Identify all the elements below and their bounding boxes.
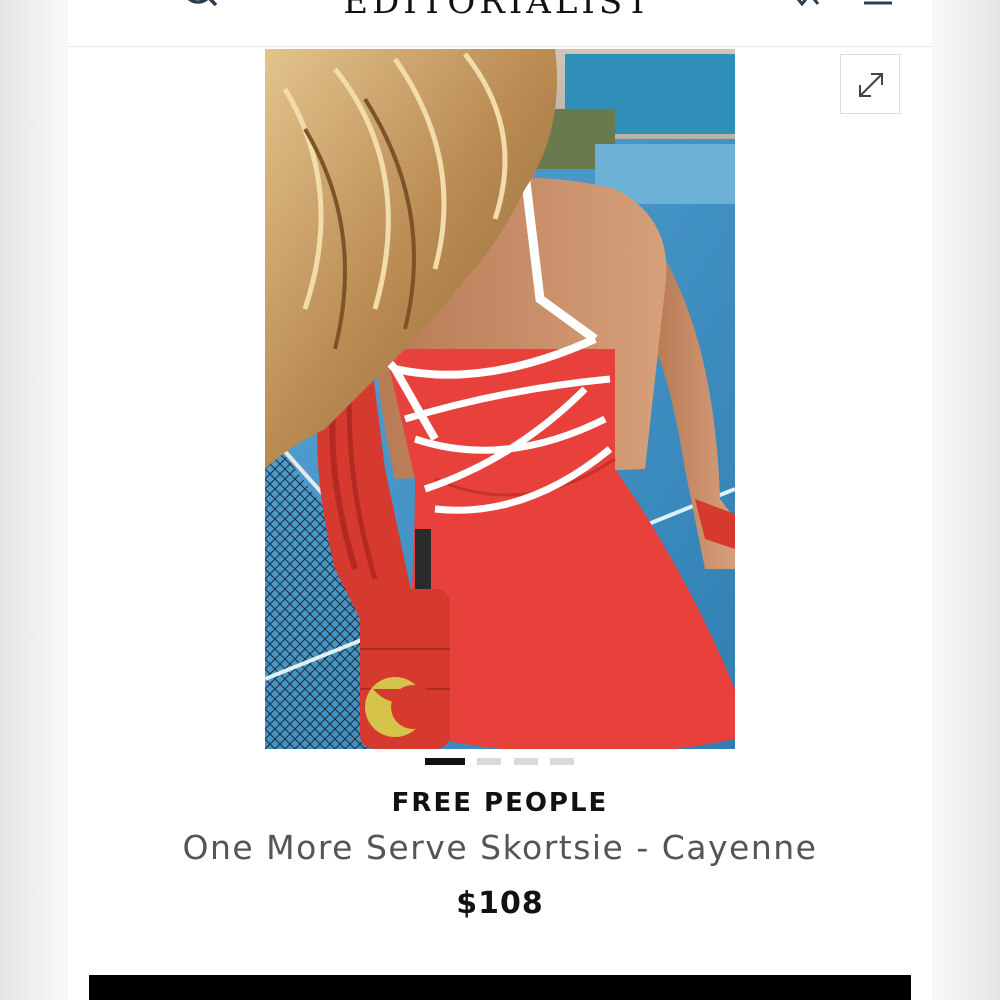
carousel-dot-4[interactable] — [550, 758, 574, 765]
site-header: EDITORIALIST — [68, 0, 932, 47]
site-logo[interactable]: EDITORIALIST — [318, 0, 678, 22]
account-icon[interactable] — [860, 0, 896, 6]
expand-icon — [859, 73, 883, 97]
search-icon[interactable] — [180, 0, 220, 12]
product-image[interactable] — [265, 49, 735, 749]
carousel-dot-1[interactable] — [425, 758, 465, 765]
cart-icon[interactable] — [790, 0, 830, 7]
shop-now-button[interactable] — [89, 975, 911, 1000]
product-page: EDITORIALIST FREE PEOPLE One More Serve … — [68, 0, 932, 1000]
product-brand[interactable]: FREE PEOPLE — [68, 788, 932, 818]
screenshot-frame: EDITORIALIST FREE PEOPLE One More Serve … — [0, 0, 1000, 1000]
product-name: One More Serve Skortsie - Cayenne — [182, 828, 818, 867]
product-price: $108 — [456, 886, 544, 921]
image-carousel-dots — [425, 758, 585, 766]
menu-icon[interactable] — [88, 0, 134, 8]
carousel-dot-2[interactable] — [477, 758, 501, 765]
carousel-dot-3[interactable] — [514, 758, 538, 765]
expand-image-button[interactable] — [840, 54, 900, 114]
